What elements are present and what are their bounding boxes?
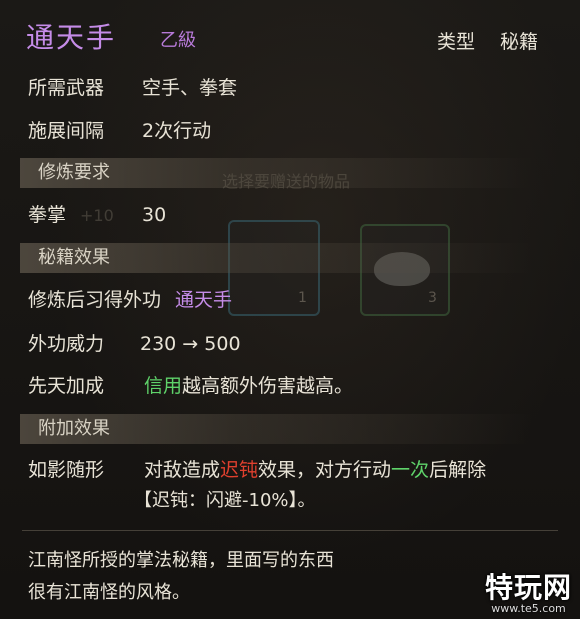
learn-label: 修炼后习得外功: [28, 289, 162, 311]
section-requirement: 修炼要求: [20, 158, 560, 188]
requirement-label: 拳掌: [28, 204, 67, 226]
extra-text-1: 对敌造成: [144, 459, 221, 481]
extra-name: 如影随形: [28, 459, 105, 481]
extra-row: 如影随形 对敌造成迟钝效果，对方行动一次后解除: [28, 455, 486, 485]
innate-attribute: 信用: [144, 375, 183, 397]
item-grade: 乙級: [160, 30, 196, 51]
requirement-row: 拳掌 30: [28, 200, 166, 230]
watermark-brand: 特玩网: [484, 571, 572, 604]
background-slot-1-count: 1: [298, 290, 307, 306]
extra-detail: 【迟钝：闪避-10%】。: [134, 490, 316, 511]
power-label: 外功威力: [28, 333, 105, 355]
weapon-value: 空手、拳套: [142, 77, 238, 99]
item-title: 通天手: [26, 21, 117, 54]
interval-row: 施展间隔 2次行动: [28, 116, 211, 146]
watermark-domain: www.te5.com: [491, 602, 566, 615]
extra-status: 迟钝: [220, 459, 259, 481]
extra-count: 一次: [391, 459, 430, 481]
watermark: 特玩网 www.te5.com: [485, 566, 572, 615]
extra-text-2: 效果，对方行动: [258, 459, 392, 481]
description-line-2: 很有江南怪的风格。: [28, 582, 190, 603]
innate-row: 先天加成 信用越高额外伤害越高。: [28, 371, 353, 401]
innate-text: 越高额外伤害越高。: [182, 375, 354, 397]
background-slot-2-count: 3: [428, 290, 437, 306]
innate-label: 先天加成: [28, 375, 105, 397]
type-label: 类型: [437, 31, 476, 53]
weapon-row: 所需武器 空手、拳套: [28, 73, 237, 103]
section-extra: 附加效果: [20, 414, 560, 444]
description-divider: [22, 530, 558, 531]
learn-value: 通天手: [175, 289, 233, 311]
weapon-label: 所需武器: [28, 77, 105, 99]
interval-label: 施展间隔: [28, 120, 105, 142]
extra-detail-row: 【迟钝：闪避-10%】。: [134, 486, 316, 516]
description-line-1: 江南怪所授的掌法秘籍，里面写的东西: [28, 550, 334, 571]
extra-text-3: 后解除: [429, 459, 487, 481]
learn-row: 修炼后习得外功 通天手: [28, 285, 232, 315]
power-value: 230 → 500: [140, 333, 241, 355]
interval-value: 2次行动: [142, 120, 212, 142]
requirement-value: 30: [142, 204, 167, 226]
power-row: 外功威力 230 → 500: [28, 329, 241, 359]
type-value: 秘籍: [500, 31, 539, 53]
item-tooltip: 选择要赠送的物品 +10 1 3 通天手 乙級 类型 秘籍 所需武器空手、拳套 …: [0, 0, 580, 619]
section-effect: 秘籍效果: [20, 243, 560, 273]
